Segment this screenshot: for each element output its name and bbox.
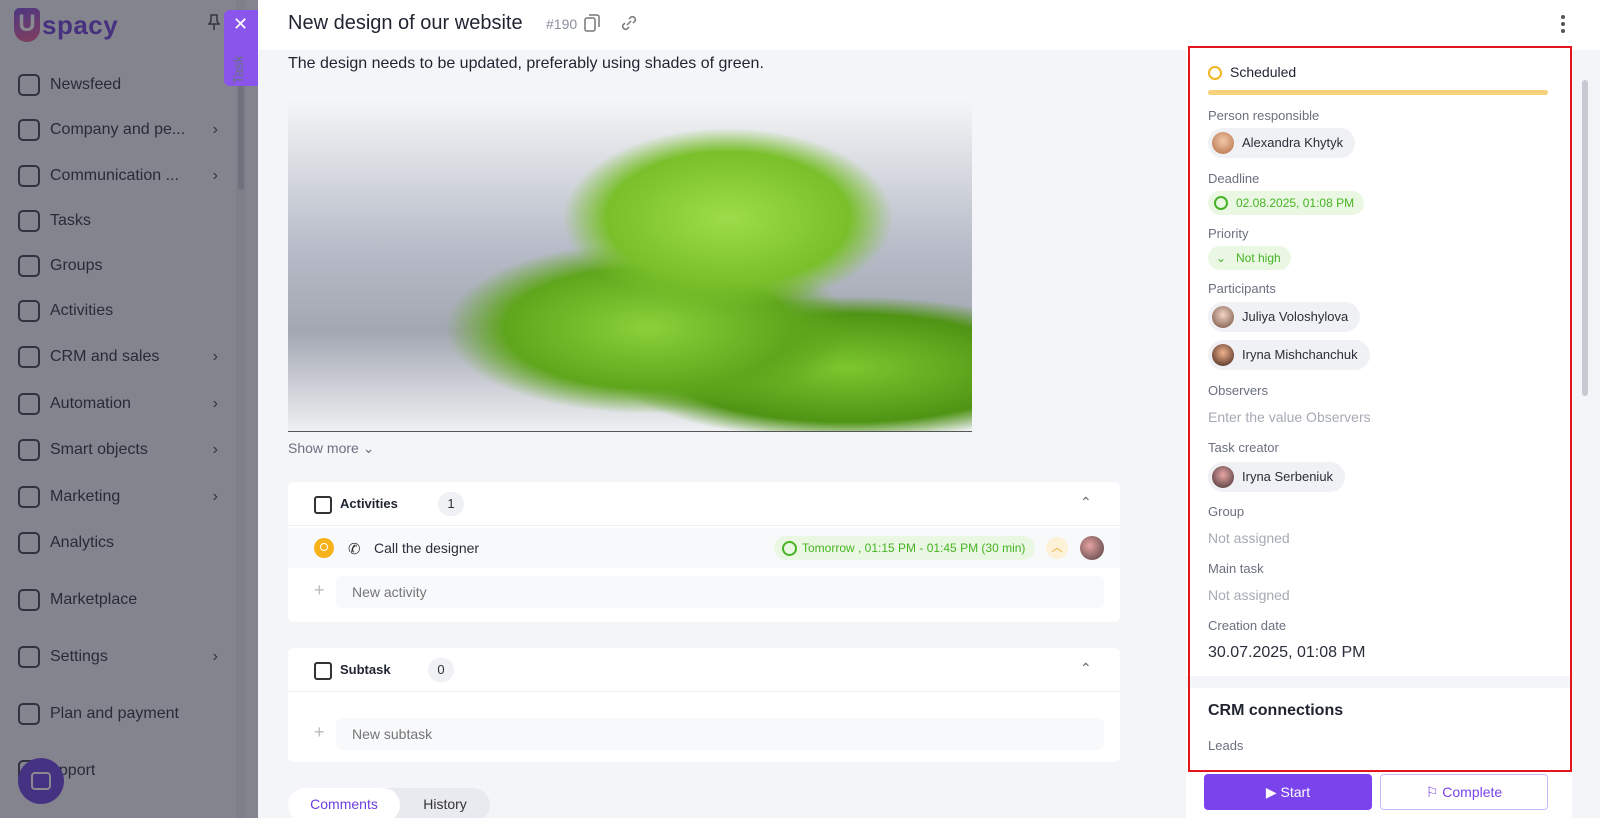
avatar[interactable] xyxy=(1080,536,1104,560)
plus-icon[interactable]: + xyxy=(314,580,325,601)
details-scrollbar[interactable] xyxy=(1582,80,1588,396)
description-image[interactable] xyxy=(288,98,972,432)
new-subtask-row: + xyxy=(314,718,1104,750)
activity-time-badge[interactable]: Tomorrow , 01:15 PM - 01:45 PM (30 min) xyxy=(774,536,1036,560)
task-tab-label: Task xyxy=(230,55,246,84)
plus-icon[interactable]: + xyxy=(314,722,325,743)
show-more-link[interactable]: Show more ⌄ xyxy=(288,440,374,457)
activities-header[interactable]: Activities 1 ⌃ xyxy=(288,482,1120,526)
activity-row[interactable]: ✆ Call the designer Tomorrow , 01:15 PM … xyxy=(288,528,1120,568)
highlight-box xyxy=(1188,46,1572,772)
new-activity-input[interactable] xyxy=(336,576,1104,608)
more-options-icon[interactable] xyxy=(1560,14,1566,34)
subtask-title: Subtask xyxy=(340,662,391,677)
page-title: New design of our website xyxy=(288,12,523,34)
task-description: The design needs to be updated, preferab… xyxy=(288,55,764,72)
complete-label: Complete xyxy=(1442,784,1503,800)
tab-history[interactable]: History xyxy=(400,788,490,818)
chevron-up-icon[interactable]: ⌃ xyxy=(1080,494,1092,511)
activity-title[interactable]: Call the designer xyxy=(374,540,479,556)
phone-icon: ✆ xyxy=(348,541,361,558)
task-header: New design of our website #190 xyxy=(258,0,1600,50)
chevron-down-icon: ⌄ xyxy=(362,440,375,456)
priority-up-icon[interactable]: ︿ xyxy=(1046,537,1068,559)
comments-history-tabs: Comments History xyxy=(288,788,490,818)
activities-title: Activities xyxy=(340,496,398,511)
activity-status-icon[interactable] xyxy=(314,538,334,558)
task-number: #190 xyxy=(546,16,578,32)
activities-card: Activities 1 ⌃ ✆ Call the designer Tomor… xyxy=(288,482,1120,622)
modal-overlay[interactable] xyxy=(0,0,258,818)
copy-icon[interactable] xyxy=(584,14,600,32)
tab-comments[interactable]: Comments xyxy=(288,788,400,818)
subtask-header[interactable]: Subtask 0 ⌃ xyxy=(288,648,1120,692)
play-icon: ▶ xyxy=(1265,784,1277,800)
subtask-card: Subtask 0 ⌃ + xyxy=(288,648,1120,762)
link-icon[interactable] xyxy=(620,14,638,32)
flag-icon: ⚐ xyxy=(1425,784,1439,800)
complete-button[interactable]: ⚐ Complete xyxy=(1380,774,1548,810)
start-label: Start xyxy=(1280,784,1311,800)
chevron-up-icon[interactable]: ⌃ xyxy=(1080,660,1092,677)
close-icon[interactable]: ✕ xyxy=(233,14,248,35)
activities-count: 1 xyxy=(438,492,464,516)
subtask-icon xyxy=(314,662,332,680)
subtask-count: 0 xyxy=(428,658,454,682)
show-more-label: Show more xyxy=(288,440,359,456)
calendar-check-icon xyxy=(314,496,332,514)
new-activity-row: + xyxy=(314,576,1104,608)
task-tab[interactable]: ✕ Task xyxy=(224,10,258,86)
new-subtask-input[interactable] xyxy=(336,718,1104,750)
start-button[interactable]: ▶ Start xyxy=(1204,774,1372,810)
